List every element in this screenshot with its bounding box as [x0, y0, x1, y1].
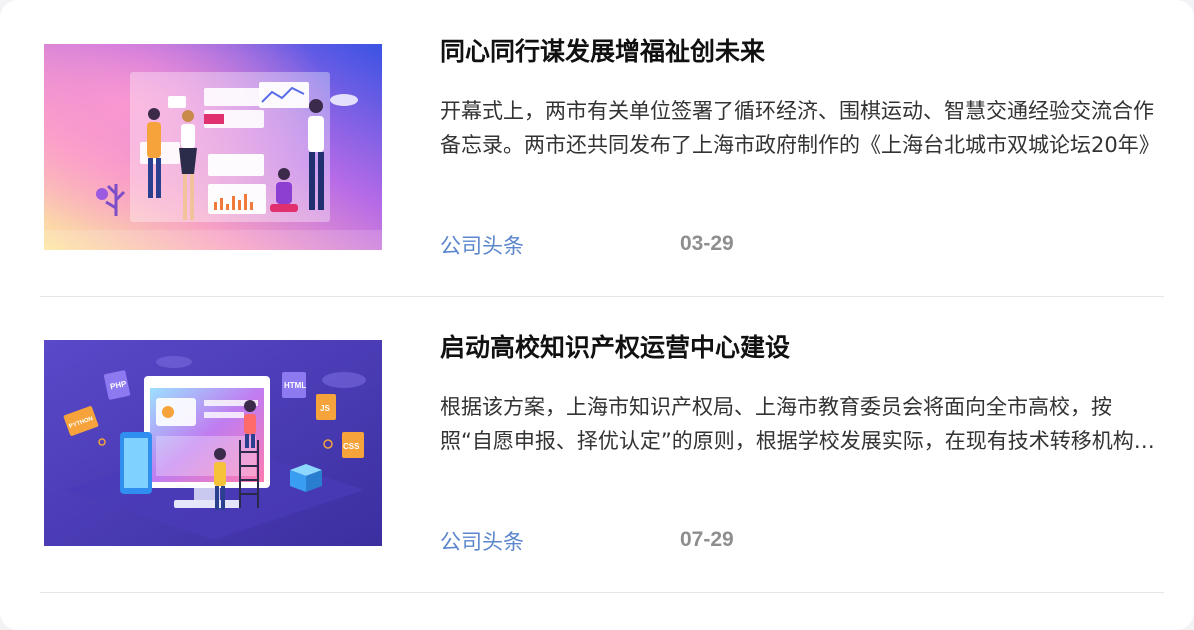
news-category-link[interactable]: 公司头条	[440, 230, 524, 260]
news-category-link[interactable]: 公司头条	[440, 526, 524, 556]
news-card: 同心同行谋发展增福祉创未来 开幕式上，两市有关单位签署了循环经济、围棋运动、智慧…	[0, 0, 1194, 630]
news-date: 07-29	[680, 528, 734, 551]
news-thumbnail[interactable]	[44, 44, 382, 250]
news-list-item[interactable]: PHP HTML JS CSS PYTHON 启动高校知识产权运营中心建设 根据…	[40, 296, 1164, 593]
news-summary: 开幕式上，两市有关单位签署了循环经济、围棋运动、智慧交通经验交流合作备忘录。两市…	[440, 99, 1160, 157]
news-thumbnail[interactable]: PHP HTML JS CSS PYTHON	[44, 340, 382, 546]
web-development-illustration: PHP HTML JS CSS PYTHON	[44, 340, 382, 546]
news-summary: 根据该方案，上海市知识产权局、上海市教育委员会将面向全市高校，按照“自愿申报、择…	[440, 395, 1155, 453]
news-title[interactable]: 启动高校知识产权运营中心建设	[440, 328, 790, 364]
js-label: JS	[320, 404, 330, 413]
news-date: 03-29	[680, 232, 734, 255]
news-list-item[interactable]: 同心同行谋发展增福祉创未来 开幕式上，两市有关单位签署了循环经济、围棋运动、智慧…	[40, 0, 1164, 297]
css-label: CSS	[343, 442, 360, 451]
html-label: HTML	[284, 381, 306, 390]
news-title[interactable]: 同心同行谋发展增福祉创未来	[440, 32, 765, 68]
business-team-illustration	[44, 44, 382, 250]
